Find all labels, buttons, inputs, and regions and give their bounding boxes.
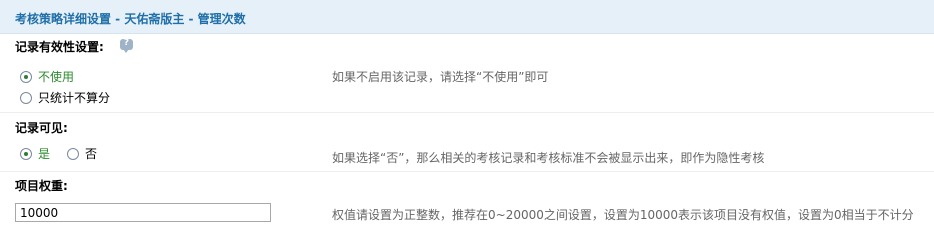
help-icon[interactable]: ? xyxy=(120,38,133,53)
radio-option-count-only[interactable]: 只统计不算分 xyxy=(20,89,110,106)
item-weight-hint: 权值请设置为正整数，推荐在0~20000之间设置，设置为10000表示该项目没有… xyxy=(332,208,914,222)
radio-unchecked-icon[interactable] xyxy=(20,91,32,104)
radio-option-label: 是 xyxy=(38,147,51,161)
radio-checked-icon[interactable] xyxy=(20,70,32,83)
radio-option-label: 否 xyxy=(85,147,98,161)
page-title: 考核策略详细设置 - 天佑斋版主 - 管理次数 xyxy=(15,12,246,26)
record-visible-label: 记录可见: xyxy=(15,121,68,135)
record-validity-label: 记录有效性设置: xyxy=(15,40,104,54)
radio-option-label: 只统计不算分 xyxy=(38,91,111,105)
item-weight-input[interactable] xyxy=(15,203,271,222)
radio-option-disabled[interactable]: 不使用 xyxy=(20,68,74,85)
section-header: 考核策略详细设置 - 天佑斋版主 - 管理次数 xyxy=(0,0,934,34)
radio-option-yes[interactable]: 是 xyxy=(20,145,50,162)
record-validity-hint: 如果不启用该记录，请选择“不使用”即可 xyxy=(332,70,549,84)
radio-unchecked-icon[interactable] xyxy=(67,147,79,160)
divider xyxy=(0,112,934,113)
divider xyxy=(0,171,934,172)
radio-checked-icon[interactable] xyxy=(20,147,32,160)
radio-option-label: 不使用 xyxy=(38,70,75,84)
record-visible-hint: 如果选择“否”，那么相关的考核记录和考核标准不会被显示出来，即作为隐性考核 xyxy=(332,151,765,165)
item-weight-label: 项目权重: xyxy=(15,179,68,193)
radio-option-no[interactable]: 否 xyxy=(67,145,97,162)
